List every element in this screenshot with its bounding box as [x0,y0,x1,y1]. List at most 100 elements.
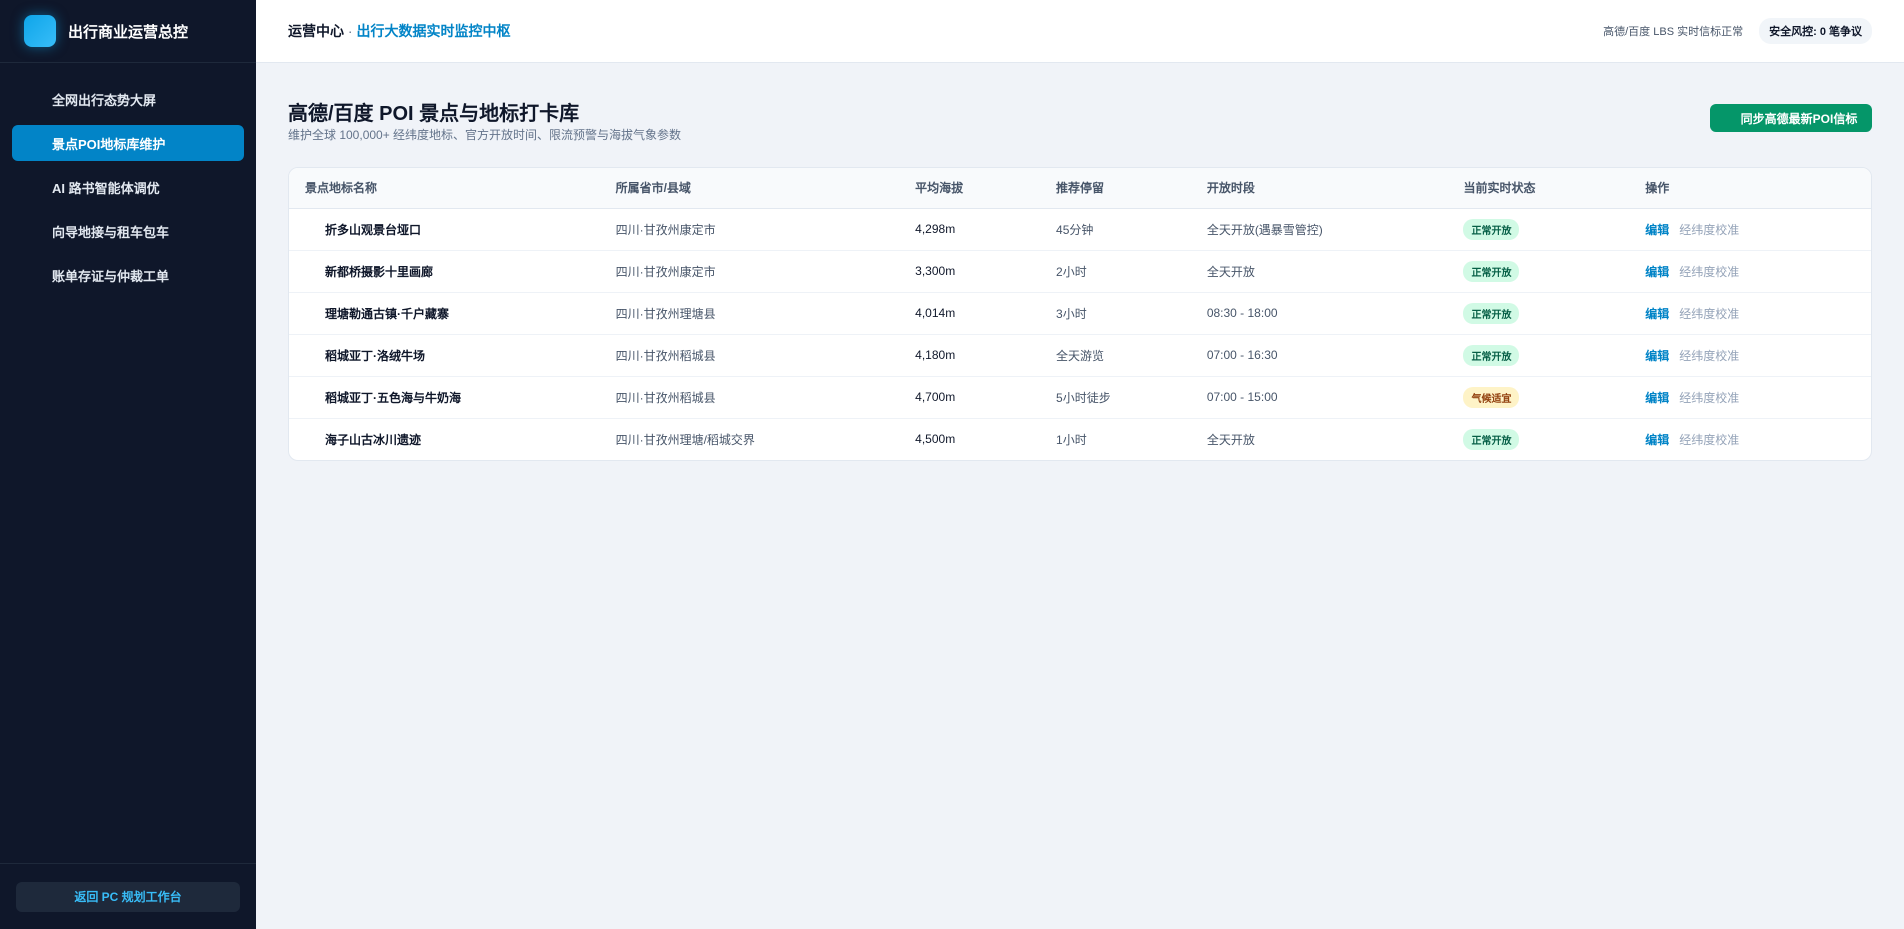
calibrate-link[interactable]: 经纬度校准 [1679,307,1739,321]
breadcrumb-separator: · [344,23,357,39]
column-header-region: 所属省市/县域 [615,168,916,209]
calibrate-link[interactable]: 经纬度校准 [1679,433,1739,447]
table-row: 稻城亚丁·五色海与牛奶海 四川·甘孜州稻城县 4,700m 5小时徒步 07:0… [289,376,1871,418]
page-header: 高德/百度 POI 景点与地标打卡库 维护全球 100,000+ 经纬度地标、官… [288,63,1872,168]
poi-stay: 2小时 [1056,264,1087,279]
poi-altitude: 4,500m [915,432,956,447]
poi-status-cell: 正常开放 [1463,250,1645,292]
column-header-status: 当前实时状态 [1463,168,1646,209]
calibrate-link[interactable]: 经纬度校准 [1679,391,1739,405]
edit-link[interactable]: 编辑 [1645,391,1669,405]
sidebar-item-dashboard[interactable]: 全网出行态势大屏 [12,81,244,117]
table-row: 海子山古冰川遗迹 四川·甘孜州理塘/稻城交界 4,500m 1小时 全天开放 正… [289,418,1871,460]
table-row: 理塘勒通古镇·千户藏寨 四川·甘孜州理塘县 4,014m 3小时 08:30 -… [289,292,1871,334]
breadcrumb: 运营中心 · 出行大数据实时监控中枢 [288,21,510,41]
poi-status-cell: 气候适宜 [1463,376,1645,418]
poi-actions: 编辑 经纬度校准 [1645,250,1871,292]
poi-table: 景点地标名称 所属省市/县域 平均海拔 推荐停留 开放时段 当前实时状态 操作 … [289,168,1871,460]
poi-hours: 07:00 - 16:30 [1206,348,1278,362]
poi-hours: 全天开放 [1206,264,1255,279]
lbs-status-text: 高德/百度 LBS 实时信标正常 [1603,26,1744,38]
edit-link[interactable]: 编辑 [1645,265,1669,279]
brand-title: 出行商业运营总控 [68,23,189,41]
column-header-stay: 推荐停留 [1056,168,1207,209]
table-row: 折多山观景台垭口 四川·甘孜州康定市 4,298m 45分钟 全天开放(遇暴雪管… [289,208,1871,250]
poi-altitude: 4,298m [915,222,956,236]
calibrate-link[interactable]: 经纬度校准 [1679,223,1739,237]
poi-status-cell: 正常开放 [1463,292,1645,334]
poi-actions: 编辑 经纬度校准 [1645,376,1871,418]
poi-altitude: 4,700m [915,390,956,404]
poi-hours: 07:00 - 15:00 [1206,390,1278,404]
status-badge: 正常开放 [1463,428,1520,450]
poi-stay: 全天游览 [1056,348,1105,363]
poi-stay: 1小时 [1056,432,1087,447]
top-header: 运营中心 · 出行大数据实时监控中枢 高德/百度 LBS 实时信标正常 安全风控… [256,0,1904,63]
calibrate-link[interactable]: 经纬度校准 [1679,265,1739,279]
sync-poi-button[interactable]: 同步高德最新POI信标 [1710,104,1872,132]
sidebar-nav: 全网出行态势大屏 景点POI地标库维护 AI 路书智能体调优 向导地接与租车包车… [0,63,256,293]
status-badge: 正常开放 [1463,218,1520,240]
poi-region: 四川·甘孜州理塘/稻城交界 [615,432,755,447]
poi-actions: 编辑 经纬度校准 [1645,208,1871,250]
poi-region: 四川·甘孜州理塘县 [615,306,716,321]
table-header-row: 景点地标名称 所属省市/县域 平均海拔 推荐停留 开放时段 当前实时状态 操作 [289,168,1871,209]
sidebar-footer: 返回 PC 规划工作台 [0,863,256,929]
table-row: 稻城亚丁·洛绒牛场 四川·甘孜州稻城县 4,180m 全天游览 07:00 - … [289,334,1871,376]
poi-stay: 3小时 [1056,306,1087,321]
poi-region: 四川·甘孜州康定市 [615,222,716,237]
poi-region: 四川·甘孜州稻城县 [615,390,716,405]
status-badge: 正常开放 [1463,302,1520,324]
status-badge: 气候适宜 [1463,386,1520,408]
poi-stay: 5小时徒步 [1056,390,1111,405]
edit-link[interactable]: 编辑 [1645,433,1669,447]
poi-name: 稻城亚丁·洛绒牛场 [325,348,425,363]
poi-table-card: 景点地标名称 所属省市/县域 平均海拔 推荐停留 开放时段 当前实时状态 操作 … [288,167,1872,461]
sidebar-item-billing[interactable]: 账单存证与仲裁工单 [12,257,244,293]
poi-actions: 编辑 经纬度校准 [1645,334,1871,376]
edit-link[interactable]: 编辑 [1645,349,1669,363]
edit-link[interactable]: 编辑 [1645,307,1669,321]
poi-hours: 全天开放 [1206,432,1255,447]
poi-status-cell: 正常开放 [1463,418,1645,460]
brand: 出行商业运营总控 [0,0,256,63]
poi-status-cell: 正常开放 [1463,208,1645,250]
poi-actions: 编辑 经纬度校准 [1645,292,1871,334]
poi-name: 新都桥摄影十里画廊 [325,264,434,279]
poi-altitude: 3,300m [915,264,956,278]
edit-link[interactable]: 编辑 [1645,223,1669,237]
sidebar-item-guide-rental[interactable]: 向导地接与租车包车 [12,213,244,249]
main-content: 高德/百度 POI 景点与地标打卡库 维护全球 100,000+ 经纬度地标、官… [288,63,1872,461]
calibrate-link[interactable]: 经纬度校准 [1679,349,1739,363]
column-header-altitude: 平均海拔 [915,168,1057,209]
breadcrumb-root[interactable]: 运营中心 [288,23,344,39]
poi-region: 四川·甘孜州稻城县 [615,348,716,363]
poi-altitude: 4,014m [915,306,956,320]
poi-altitude: 4,180m [915,348,956,362]
sidebar-item-ai-roadbook[interactable]: AI 路书智能体调优 [12,169,244,205]
poi-hours: 08:30 - 18:00 [1206,306,1278,320]
sidebar: 出行商业运营总控 全网出行态势大屏 景点POI地标库维护 AI 路书智能体调优 … [0,0,256,929]
poi-actions: 编辑 经纬度校准 [1645,418,1871,460]
status-badge: 正常开放 [1463,344,1520,366]
page-title: 高德/百度 POI 景点与地标打卡库 [288,103,580,125]
poi-name: 海子山古冰川遗迹 [325,432,422,447]
table-row: 新都桥摄影十里画廊 四川·甘孜州康定市 3,300m 2小时 全天开放 正常开放… [289,250,1871,292]
column-header-hours: 开放时段 [1206,168,1464,209]
brand-logo [24,15,56,47]
header-status: 高德/百度 LBS 实时信标正常 安全风控: 0 笔争议 [1603,18,1872,44]
poi-stay: 45分钟 [1056,222,1094,237]
page-subtitle: 维护全球 100,000+ 经纬度地标、官方开放时间、限流预警与海拔气象参数 [288,128,682,142]
status-badge: 正常开放 [1463,260,1520,282]
poi-region: 四川·甘孜州康定市 [615,264,716,279]
poi-name: 折多山观景台垭口 [325,222,422,237]
back-to-workbench-button[interactable]: 返回 PC 规划工作台 [16,881,240,912]
sidebar-item-poi-library[interactable]: 景点POI地标库维护 [12,125,244,161]
column-header-actions: 操作 [1645,168,1871,209]
poi-status-cell: 正常开放 [1463,334,1645,376]
risk-badge: 安全风控: 0 笔争议 [1759,18,1872,44]
breadcrumb-current: 出行大数据实时监控中枢 [356,23,511,39]
poi-name: 稻城亚丁·五色海与牛奶海 [325,390,461,405]
poi-hours: 全天开放(遇暴雪管控) [1206,222,1323,237]
column-header-name: 景点地标名称 [289,168,616,209]
